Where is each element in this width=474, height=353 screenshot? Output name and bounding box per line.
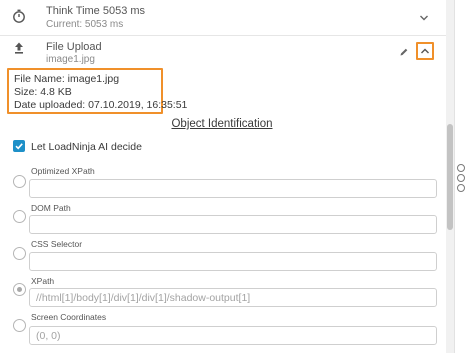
dot-icon [457, 164, 465, 172]
file-name: File Name: image1.jpg [14, 73, 120, 85]
pencil-icon [400, 48, 408, 56]
step-subtitle: image1.jpg [46, 54, 95, 65]
screen-coordinates-input[interactable] [29, 326, 437, 345]
field-label-css-selector: CSS Selector [31, 239, 83, 249]
chevron-up-icon [421, 48, 429, 54]
field-label-screen-coordinates: Screen Coordinates [31, 312, 107, 322]
check-icon [15, 143, 23, 150]
step-title: File Upload [46, 41, 102, 53]
dot-icon [457, 184, 465, 192]
edit-button[interactable] [395, 43, 413, 61]
step-row-think-time[interactable]: Think Time 5053 ms Current: 5053 ms [0, 0, 446, 36]
step-row-file-upload[interactable]: File Upload image1.jpg [0, 37, 446, 67]
object-identification-title: Object Identification [171, 118, 273, 130]
step-editor-panel: Think Time 5053 ms Current: 5053 ms File… [0, 0, 474, 353]
expand-button[interactable] [415, 9, 433, 27]
scrollbar-thumb[interactable] [447, 124, 453, 230]
dot-icon [457, 174, 465, 182]
radio-optimized-xpath[interactable] [13, 175, 26, 188]
chevron-down-icon [420, 15, 428, 21]
upload-icon [11, 40, 27, 56]
section-title: Object Identification [0, 118, 444, 130]
file-date-uploaded: Date uploaded: 07.10.2019, 16:35:51 [14, 99, 188, 111]
radio-xpath[interactable] [13, 283, 26, 296]
file-info-box: File Name: image1.jpg Size: 4.8 KB Date … [7, 68, 188, 114]
step-subtitle: Current: 5053 ms [46, 19, 124, 30]
optimized-xpath-input[interactable] [29, 179, 437, 198]
timer-icon [11, 8, 27, 24]
radio-screen-coordinates[interactable] [13, 319, 26, 332]
xpath-input[interactable] [29, 288, 437, 307]
css-selector-input[interactable] [29, 252, 437, 271]
ai-decide-checkbox[interactable] [13, 140, 25, 152]
more-options-button[interactable] [455, 164, 469, 192]
collapse-button[interactable] [416, 42, 434, 60]
field-label-optimized-xpath: Optimized XPath [31, 166, 95, 176]
field-label-xpath: XPath [31, 276, 55, 286]
dom-path-input[interactable] [29, 215, 437, 234]
field-label-dom-path: DOM Path [31, 203, 71, 213]
step-title: Think Time 5053 ms [46, 5, 146, 17]
radio-dom-path[interactable] [13, 210, 26, 223]
file-size: Size: 4.8 KB [14, 86, 72, 98]
ai-decide-label: Let LoadNinja AI decide [31, 141, 142, 153]
radio-css-selector[interactable] [13, 247, 26, 260]
